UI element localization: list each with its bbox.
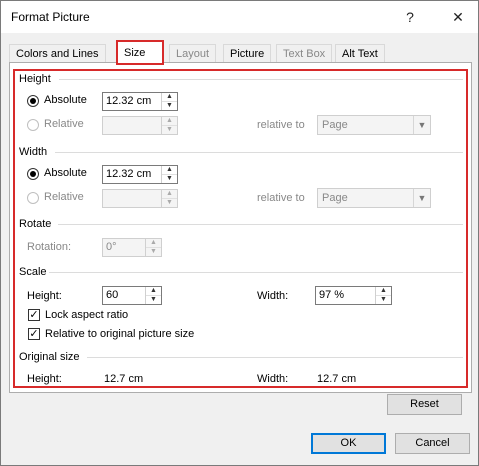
height-relative-radio[interactable] [27, 119, 39, 131]
format-picture-dialog: Format Picture ? ✕ Colors and Lines Size… [0, 0, 479, 466]
scale-width-label: Width: [257, 290, 289, 302]
spin-down-icon[interactable]: ▼ [162, 102, 177, 110]
scale-height-label: Height: [27, 290, 62, 302]
original-width-value: 12.7 cm [317, 373, 357, 385]
rotation-spinner[interactable]: 0° ▲ ▼ [102, 238, 162, 257]
chevron-down-icon: ▼ [413, 116, 430, 134]
title-bar: Format Picture ? ✕ [1, 1, 478, 33]
width-relative-to-value: Page [322, 192, 348, 204]
width-relative-radio[interactable] [27, 192, 39, 204]
relative-original-label: Relative to original picture size [45, 328, 195, 340]
width-relative-to-label: relative to [257, 192, 305, 204]
tab-alt-text[interactable]: Alt Text [335, 44, 385, 63]
spin-down-icon[interactable]: ▼ [146, 296, 161, 304]
spinner-arrows: ▲ ▼ [145, 239, 161, 256]
lock-aspect-checkbox[interactable]: ✓ [28, 309, 40, 321]
original-height-value: 12.7 cm [104, 373, 144, 385]
width-section-title: Width [19, 146, 48, 158]
height-relative-to-label: relative to [257, 119, 305, 131]
height-absolute-label: Absolute [44, 94, 87, 106]
reset-button[interactable]: Reset [387, 394, 462, 415]
spin-up-icon[interactable]: ▲ [376, 287, 391, 296]
original-height-label: Height: [27, 373, 62, 385]
height-absolute-spinner[interactable]: 12.32 cm ▲ ▼ [102, 92, 178, 111]
spin-up-icon[interactable]: ▲ [162, 117, 177, 126]
divider [55, 152, 463, 153]
height-relative-spinner[interactable]: ▲ ▼ [102, 116, 178, 135]
tab-size[interactable]: Size [116, 40, 164, 65]
spinner-arrows: ▲ ▼ [161, 93, 177, 110]
cancel-button[interactable]: Cancel [395, 433, 470, 454]
spin-down-icon[interactable]: ▼ [146, 248, 161, 256]
width-absolute-value: 12.32 cm [106, 168, 152, 180]
spin-down-icon[interactable]: ▼ [162, 126, 177, 134]
height-absolute-value: 12.32 cm [106, 95, 152, 107]
original-width-label: Width: [257, 373, 289, 385]
divider [49, 272, 463, 273]
relative-original-checkbox[interactable]: ✓ [28, 328, 40, 340]
scale-height-value: 60 [106, 289, 119, 301]
divider [87, 357, 463, 358]
height-section-title: Height [19, 73, 51, 85]
divider [59, 79, 463, 80]
height-relative-label: Relative [44, 118, 84, 130]
divider [58, 224, 463, 225]
tab-text-box[interactable]: Text Box [276, 44, 333, 63]
height-absolute-radio[interactable] [27, 95, 39, 107]
scale-section-title: Scale [19, 266, 47, 278]
rotation-value: 0° [106, 241, 117, 253]
lock-aspect-label: Lock aspect ratio [45, 309, 129, 321]
spin-up-icon[interactable]: ▲ [146, 287, 161, 296]
width-absolute-spinner[interactable]: 12.32 cm ▲ ▼ [102, 165, 178, 184]
scale-width-spinner[interactable]: 97 % ▲ ▼ [315, 286, 392, 305]
width-absolute-label: Absolute [44, 167, 87, 179]
spin-up-icon[interactable]: ▲ [162, 166, 177, 175]
height-relative-to-value: Page [322, 119, 348, 131]
spinner-arrows: ▲ ▼ [161, 166, 177, 183]
scale-width-value: 97 % [319, 289, 345, 301]
help-button[interactable]: ? [398, 6, 422, 28]
width-relative-spinner[interactable]: ▲ ▼ [102, 189, 178, 208]
spinner-arrows: ▲ ▼ [375, 287, 391, 304]
tab-layout[interactable]: Layout [169, 44, 217, 63]
window-title: Format Picture [11, 10, 90, 24]
rotate-section-title: Rotate [19, 218, 52, 230]
height-relative-to-select[interactable]: Page ▼ [317, 115, 431, 135]
chevron-down-icon: ▼ [413, 189, 430, 207]
original-size-section-title: Original size [19, 351, 80, 363]
ok-button[interactable]: OK [311, 433, 386, 454]
spin-up-icon[interactable]: ▲ [146, 239, 161, 248]
spin-down-icon[interactable]: ▼ [162, 175, 177, 183]
spin-down-icon[interactable]: ▼ [376, 296, 391, 304]
spin-up-icon[interactable]: ▲ [162, 93, 177, 102]
spin-down-icon[interactable]: ▼ [162, 199, 177, 207]
rotation-label: Rotation: [27, 241, 72, 253]
tab-colors-and-lines[interactable]: Colors and Lines [9, 44, 106, 63]
spinner-arrows: ▲ ▼ [161, 117, 177, 134]
close-button[interactable]: ✕ [446, 6, 470, 28]
width-absolute-radio[interactable] [27, 168, 39, 180]
tab-picture[interactable]: Picture [223, 44, 272, 63]
width-relative-to-select[interactable]: Page ▼ [317, 188, 431, 208]
spinner-arrows: ▲ ▼ [145, 287, 161, 304]
scale-height-spinner[interactable]: 60 ▲ ▼ [102, 286, 162, 305]
spin-up-icon[interactable]: ▲ [162, 190, 177, 199]
spinner-arrows: ▲ ▼ [161, 190, 177, 207]
width-relative-label: Relative [44, 191, 84, 203]
